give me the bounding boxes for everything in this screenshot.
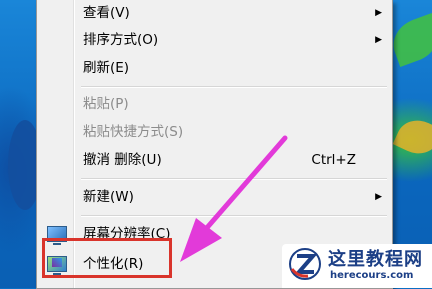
watermark-url: herecours.com xyxy=(330,270,414,281)
watermark: 这里教程网 herecours.com xyxy=(282,244,432,288)
watermark-logo-icon xyxy=(289,248,321,280)
watermark-title: 这里教程网 xyxy=(328,249,423,270)
